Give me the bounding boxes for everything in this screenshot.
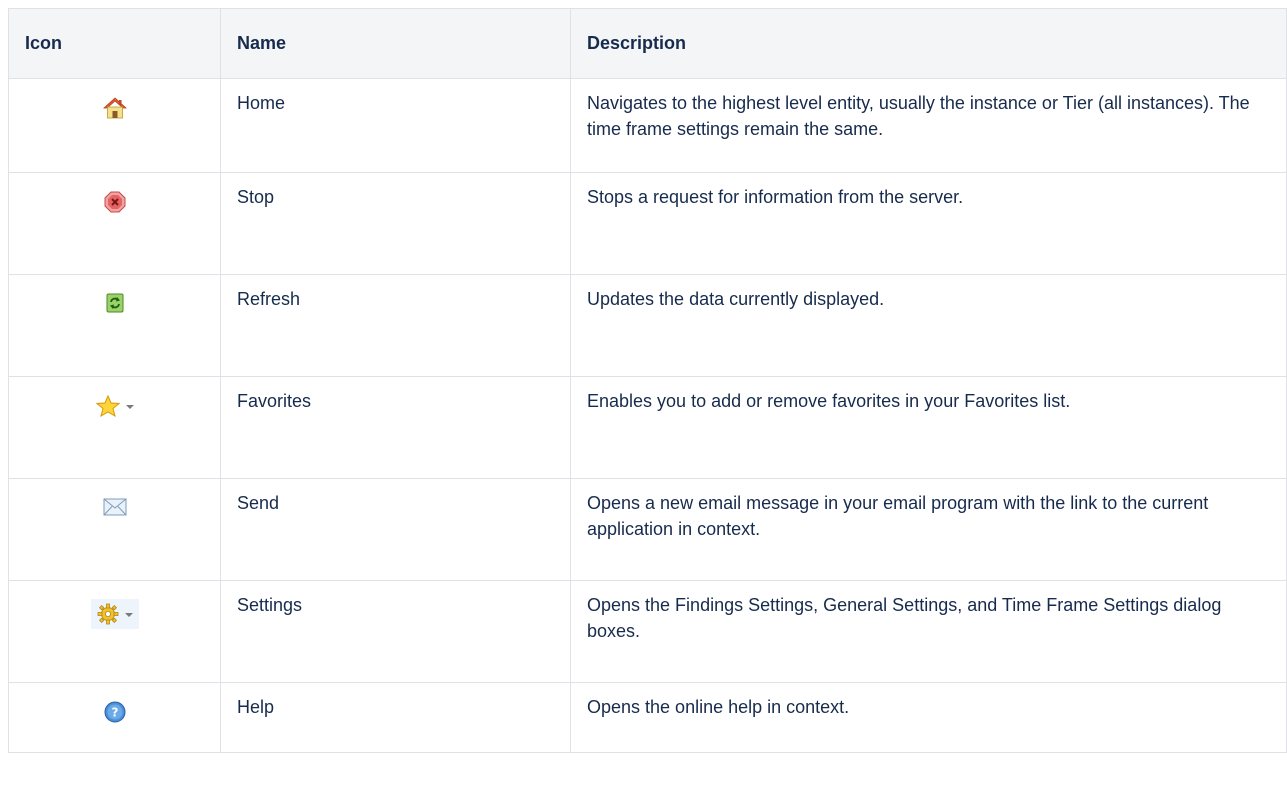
row-name: Stop bbox=[220, 172, 571, 275]
toolbar-icons-table: Icon Name Description Home Navigates to … bbox=[8, 8, 1287, 753]
row-description: Navigates to the highest level entity, u… bbox=[570, 78, 1287, 173]
row-description: Opens a new email message in your email … bbox=[570, 478, 1287, 581]
header-icon: Icon bbox=[8, 8, 221, 79]
table-row: Favorites Enables you to add or remove f… bbox=[8, 376, 1287, 479]
row-name: Settings bbox=[220, 580, 571, 683]
star-dropdown-icon bbox=[95, 395, 134, 417]
help-icon: ? bbox=[104, 701, 126, 723]
icon-cell bbox=[8, 478, 221, 581]
envelope-icon bbox=[103, 498, 127, 516]
icon-cell bbox=[8, 376, 221, 479]
header-name: Name bbox=[220, 8, 571, 79]
chevron-down-icon bbox=[124, 613, 133, 617]
table-row: ? Help Opens the online help in context. bbox=[8, 682, 1287, 753]
icon-cell bbox=[8, 172, 221, 275]
icon-cell: ? bbox=[8, 682, 221, 753]
row-name: Refresh bbox=[220, 274, 571, 377]
table-header-row: Icon Name Description bbox=[8, 8, 1287, 79]
row-description: Enables you to add or remove favorites i… bbox=[570, 376, 1287, 479]
icon-cell bbox=[8, 274, 221, 377]
table-row: Settings Opens the Findings Settings, Ge… bbox=[8, 580, 1287, 683]
table-row: Refresh Updates the data currently displ… bbox=[8, 274, 1287, 377]
icon-cell bbox=[8, 580, 221, 683]
header-description: Description bbox=[570, 8, 1287, 79]
chevron-down-icon bbox=[125, 405, 134, 409]
gear-dropdown-icon bbox=[90, 599, 139, 629]
table-row: Send Opens a new email message in your e… bbox=[8, 478, 1287, 581]
icon-cell bbox=[8, 78, 221, 173]
refresh-icon bbox=[106, 293, 124, 313]
table-row: Stop Stops a request for information fro… bbox=[8, 172, 1287, 275]
row-description: Updates the data currently displayed. bbox=[570, 274, 1287, 377]
row-name: Favorites bbox=[220, 376, 571, 479]
row-description: Opens the online help in context. bbox=[570, 682, 1287, 753]
row-description: Opens the Findings Settings, General Set… bbox=[570, 580, 1287, 683]
row-name: Send bbox=[220, 478, 571, 581]
row-name: Help bbox=[220, 682, 571, 753]
row-description: Stops a request for information from the… bbox=[570, 172, 1287, 275]
row-name: Home bbox=[220, 78, 571, 173]
table-row: Home Navigates to the highest level enti… bbox=[8, 78, 1287, 173]
stop-icon bbox=[104, 191, 126, 213]
svg-text:?: ? bbox=[111, 706, 118, 720]
home-icon bbox=[102, 97, 127, 119]
